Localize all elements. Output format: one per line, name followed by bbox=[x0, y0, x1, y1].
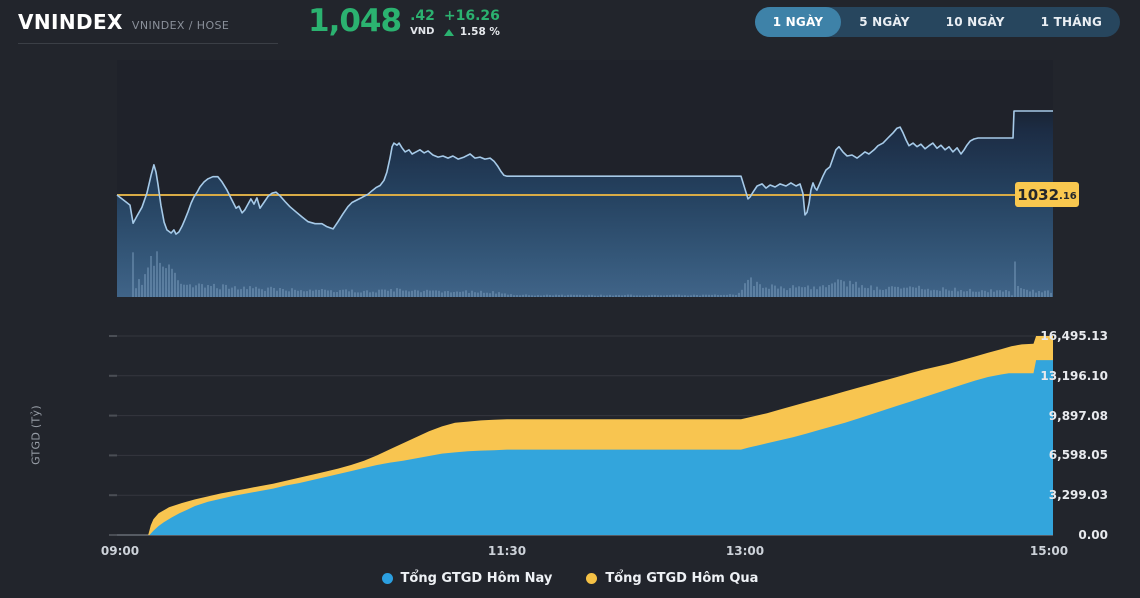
x-tick-label: 15:00 bbox=[1029, 544, 1069, 558]
range-button-5-ngay[interactable]: 5 NGÀY bbox=[841, 7, 927, 37]
y-tick-label: 9,897.08 bbox=[1048, 409, 1108, 423]
x-tick-label: 13:00 bbox=[725, 544, 765, 558]
change-percent: 1.58 % bbox=[459, 26, 500, 38]
page-title: VNINDEX bbox=[18, 10, 123, 34]
range-button-1-thang[interactable]: 1 THÁNG bbox=[1023, 7, 1120, 37]
header-divider bbox=[18, 43, 278, 44]
header-brand: VNINDEX VNINDEX / HOSE bbox=[18, 10, 229, 34]
reference-price-label: 1032.16 bbox=[1015, 182, 1079, 207]
y-tick-label: 3,299.03 bbox=[1048, 488, 1108, 502]
price-chart[interactable] bbox=[0, 60, 1140, 310]
legend-dot-blue-icon bbox=[381, 573, 393, 584]
y-tick-label: 16,495.13 bbox=[1040, 329, 1108, 343]
last-price-decimals: .42 bbox=[410, 8, 435, 24]
page-subtitle: VNINDEX / HOSE bbox=[131, 19, 230, 32]
arrow-up-icon bbox=[443, 29, 454, 36]
quote-block: 1,048 .42 VND +16.26 1.58 % bbox=[308, 1, 500, 41]
range-selector: 1 NGÀY 5 NGÀY 10 NGÀY 1 THÁNG bbox=[754, 7, 1120, 37]
legend-item-hom-qua[interactable]: Tổng GTGD Hôm Qua bbox=[586, 571, 758, 586]
legend-item-hom-nay[interactable]: Tổng GTGD Hôm Nay bbox=[381, 571, 552, 586]
x-tick-label: 09:00 bbox=[100, 544, 140, 558]
chart-legend: Tổng GTGD Hôm Nay Tổng GTGD Hôm Qua bbox=[0, 571, 1140, 586]
y-axis-title: GTGD (Tỷ) bbox=[29, 405, 43, 465]
change-absolute: +16.26 bbox=[443, 8, 500, 24]
y-tick-label: 13,196.10 bbox=[1040, 369, 1108, 383]
legend-dot-yellow-icon bbox=[586, 573, 598, 584]
vnindex-dashboard: VNINDEX VNINDEX / HOSE 1,048 .42 VND +16… bbox=[0, 0, 1140, 598]
x-tick-label: 11:30 bbox=[487, 544, 527, 558]
y-tick-label: 6,598.05 bbox=[1048, 448, 1108, 462]
y-tick-label: 0.00 bbox=[1078, 528, 1108, 542]
gtgd-chart[interactable] bbox=[0, 310, 1140, 550]
range-button-10-ngay[interactable]: 10 NGÀY bbox=[928, 7, 1023, 37]
currency-label: VND bbox=[410, 26, 435, 37]
range-button-1-ngay[interactable]: 1 NGÀY bbox=[754, 7, 842, 37]
last-price: 1,048 bbox=[308, 3, 402, 39]
